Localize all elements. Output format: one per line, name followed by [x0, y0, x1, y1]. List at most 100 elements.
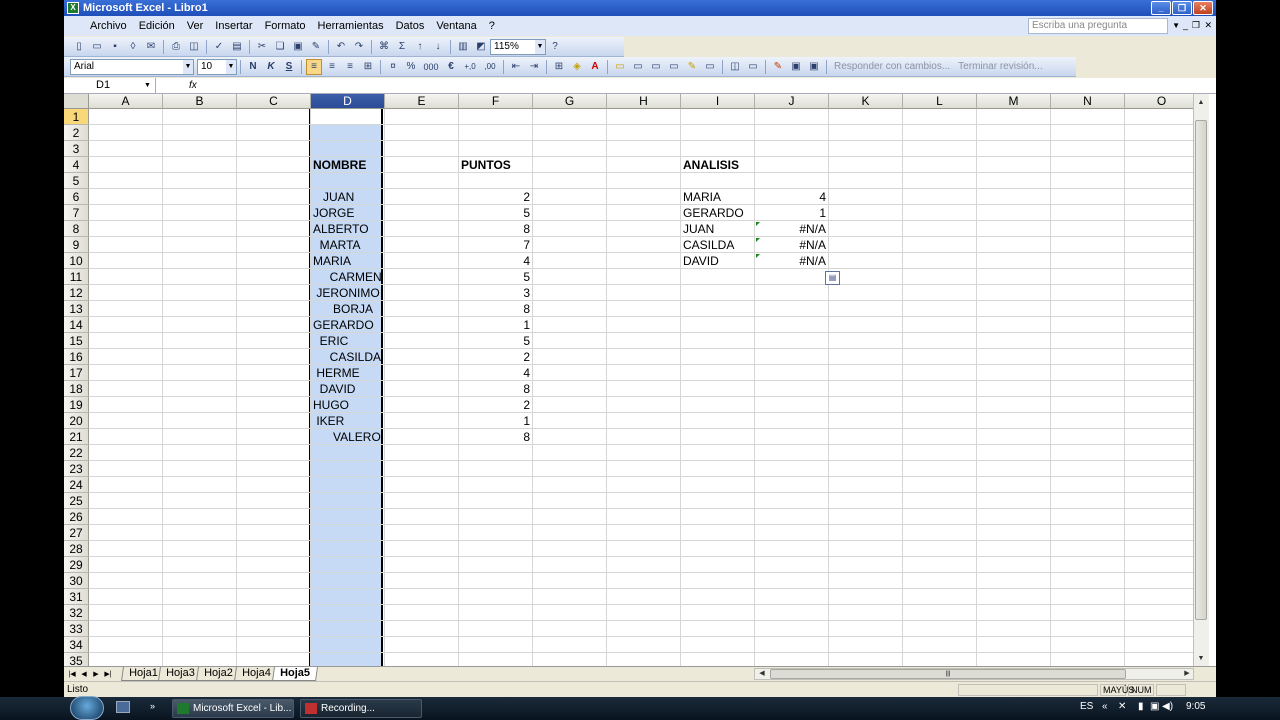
last-sheet-icon[interactable]: ▶|: [102, 669, 114, 680]
cell-puntos[interactable]: 4: [459, 365, 530, 381]
cell-analisis-nombre[interactable]: DAVID: [683, 253, 719, 269]
cell-nombre[interactable]: JORGE: [313, 205, 354, 221]
print-preview-icon[interactable]: ◫: [186, 39, 202, 55]
minimize-button[interactable]: _: [1151, 1, 1171, 15]
row-header-10[interactable]: 10: [64, 253, 89, 269]
doc-close-icon[interactable]: ✕: [1204, 20, 1212, 31]
cell-nombre[interactable]: ALBERTO: [313, 221, 369, 237]
underline-button[interactable]: S: [281, 59, 297, 75]
horizontal-scroll-thumb[interactable]: |||: [770, 669, 1126, 679]
sheet-tab-hoja5[interactable]: Hoja5: [272, 667, 318, 681]
review-icon-5[interactable]: ✎: [684, 59, 700, 75]
review-icon-3[interactable]: ▭: [648, 59, 664, 75]
column-header-a[interactable]: A: [89, 94, 163, 109]
cell-puntos[interactable]: 8: [459, 429, 530, 445]
row-header-14[interactable]: 14: [64, 317, 89, 333]
tray-icon-1[interactable]: ▮: [1138, 700, 1144, 714]
decrease-indent-icon[interactable]: ⇤: [508, 59, 524, 75]
cell-nombre[interactable]: DAVID: [313, 381, 356, 397]
cell-puntos[interactable]: 4: [459, 253, 530, 269]
tray-network-icon[interactable]: ✕: [1118, 700, 1126, 714]
language-indicator[interactable]: ES: [1080, 700, 1093, 714]
vertical-scroll-thumb[interactable]: [1195, 120, 1207, 620]
cut-icon[interactable]: ✂: [254, 39, 270, 55]
currency-icon[interactable]: ¤: [385, 59, 401, 75]
cell-nombre[interactable]: HUGO: [313, 397, 349, 413]
column-header-n[interactable]: N: [1051, 94, 1125, 109]
chevron-down-icon[interactable]: ▼: [183, 59, 193, 74]
clock[interactable]: 9:05: [1186, 700, 1205, 714]
review-icon-4[interactable]: ▭: [666, 59, 682, 75]
undo-icon[interactable]: ↶: [333, 39, 349, 55]
show-desktop-icon[interactable]: [116, 701, 130, 713]
row-header-34[interactable]: 34: [64, 637, 89, 653]
sort-ascending-icon[interactable]: ↑: [412, 39, 428, 55]
insert-function-icon[interactable]: fx: [189, 78, 197, 93]
new-file-icon[interactable]: ▯: [71, 39, 87, 55]
research-icon[interactable]: ▤: [229, 39, 245, 55]
row-header-11[interactable]: 11: [64, 269, 89, 285]
cell-nombre[interactable]: JUAN: [313, 189, 354, 205]
row-header-18[interactable]: 18: [64, 381, 89, 397]
review-icon-6[interactable]: ▭: [702, 59, 718, 75]
row-header-2[interactable]: 2: [64, 125, 89, 141]
cell-puntos[interactable]: 1: [459, 317, 530, 333]
euro-button[interactable]: €: [443, 59, 459, 75]
cell-puntos[interactable]: 8: [459, 301, 530, 317]
menu-edicion[interactable]: Edición: [133, 20, 181, 32]
autosum-icon[interactable]: Σ: [394, 39, 410, 55]
track-changes-icon[interactable]: ✎: [770, 59, 786, 75]
row-header-7[interactable]: 7: [64, 205, 89, 221]
row-header-26[interactable]: 26: [64, 509, 89, 525]
tray-icon-2[interactable]: ▣: [1150, 700, 1159, 714]
doc-minimize-icon[interactable]: _: [1183, 20, 1188, 30]
row-header-12[interactable]: 12: [64, 285, 89, 301]
cell-analisis-nombre[interactable]: GERARDO: [683, 205, 744, 221]
first-sheet-icon[interactable]: |◀: [66, 669, 78, 680]
cell-analisis-valor[interactable]: #N/A: [755, 237, 826, 253]
menu-datos[interactable]: Datos: [390, 20, 431, 32]
scroll-down-icon[interactable]: ▼: [1194, 652, 1208, 666]
align-center-icon[interactable]: ≡: [324, 59, 340, 75]
row-header-32[interactable]: 32: [64, 605, 89, 621]
tray-arrows-icon[interactable]: «: [1102, 700, 1108, 714]
cell-analisis-valor[interactable]: 4: [755, 189, 826, 205]
decrease-decimal-button[interactable]: ,00: [481, 59, 499, 75]
excel-app-icon[interactable]: X: [67, 2, 79, 14]
menu-formato[interactable]: Formato: [259, 20, 312, 32]
format-painter-icon[interactable]: ✎: [308, 39, 324, 55]
row-header-9[interactable]: 9: [64, 237, 89, 253]
row-header-27[interactable]: 27: [64, 525, 89, 541]
chevron-down-icon[interactable]: ▼: [535, 39, 545, 54]
row-header-31[interactable]: 31: [64, 589, 89, 605]
cell-nombre[interactable]: GERARDO: [313, 317, 374, 333]
cell-puntos[interactable]: 2: [459, 397, 530, 413]
cell-analisis-valor[interactable]: #N/A: [755, 253, 826, 269]
chart-wizard-icon[interactable]: ▥: [455, 39, 471, 55]
tray-volume-icon[interactable]: ◀): [1162, 700, 1173, 714]
end-review-button[interactable]: Terminar revisión...: [954, 61, 1046, 72]
cell-puntos[interactable]: 8: [459, 381, 530, 397]
column-header-g[interactable]: G: [533, 94, 607, 109]
review-icon-7[interactable]: ◫: [727, 59, 743, 75]
paste-icon[interactable]: ▣: [290, 39, 306, 55]
cell-puntos[interactable]: 1: [459, 413, 530, 429]
row-header-22[interactable]: 22: [64, 445, 89, 461]
column-header-c[interactable]: C: [237, 94, 311, 109]
error-indicator-icon[interactable]: [756, 238, 760, 242]
menu-ver[interactable]: Ver: [181, 20, 210, 32]
font-size-combo[interactable]: 10 ▼: [197, 58, 237, 75]
menu-help[interactable]: ?: [483, 20, 501, 32]
bold-button[interactable]: N: [245, 59, 261, 75]
cell-puntos[interactable]: 8: [459, 221, 530, 237]
header-puntos[interactable]: PUNTOS: [461, 157, 511, 173]
cell-analisis-nombre[interactable]: JUAN: [683, 221, 714, 237]
cell-puntos[interactable]: 2: [459, 189, 530, 205]
font-color-icon[interactable]: A: [587, 59, 603, 75]
row-header-16[interactable]: 16: [64, 349, 89, 365]
increase-decimal-button[interactable]: +,0: [461, 59, 479, 75]
borders-icon[interactable]: ⊞: [551, 59, 567, 75]
row-header-1[interactable]: 1: [64, 109, 89, 125]
close-button[interactable]: ✕: [1193, 1, 1213, 15]
spelling-icon[interactable]: ✓: [211, 39, 227, 55]
